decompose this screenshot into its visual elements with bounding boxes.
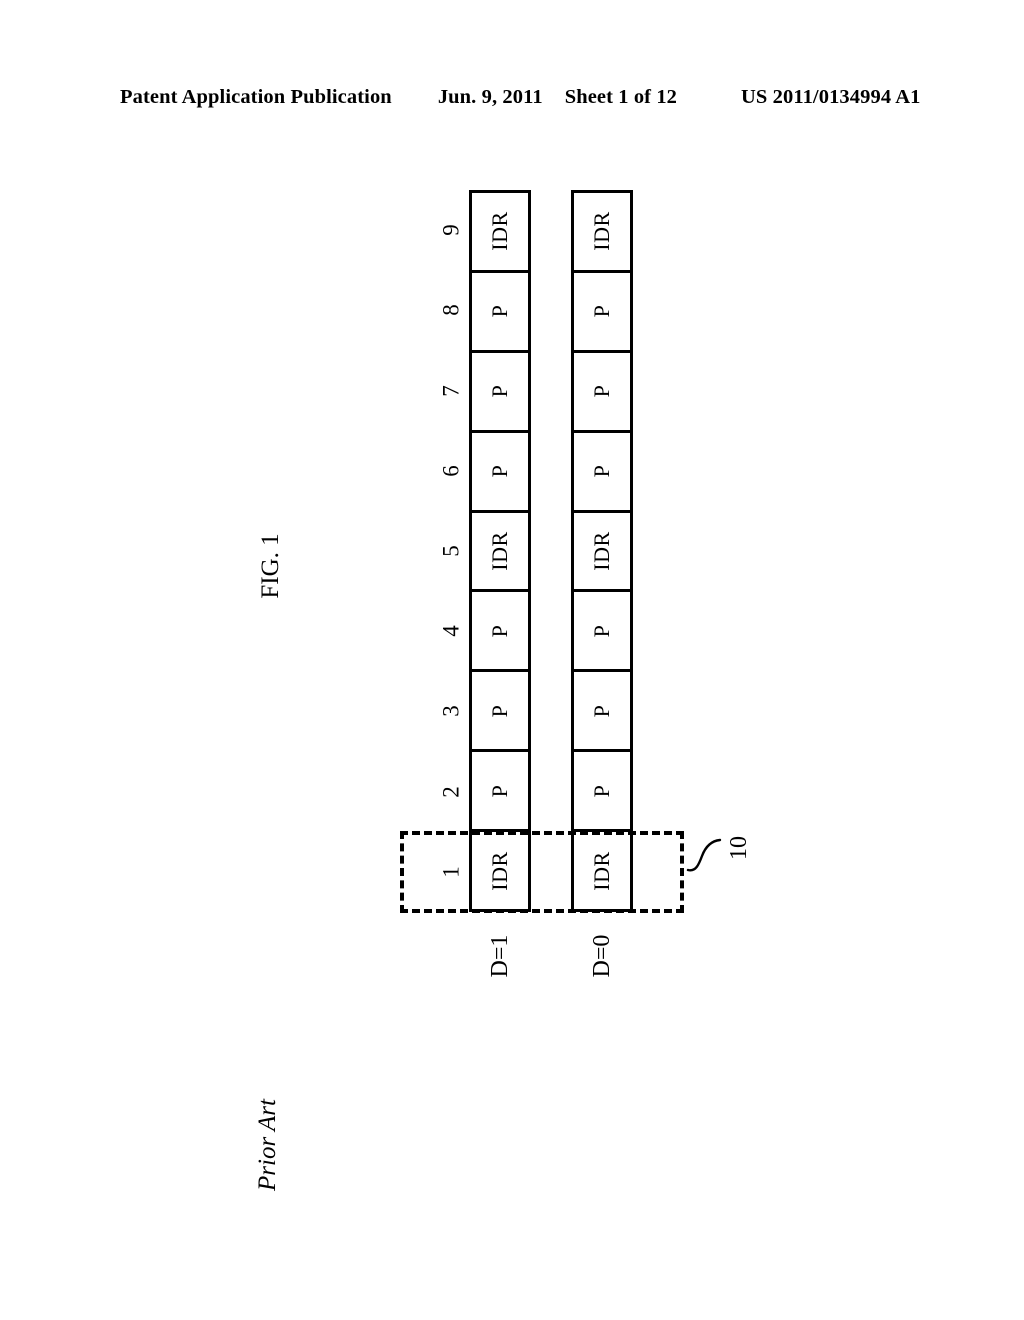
frame-strip-d1: IDR P P P IDR P P P IDR bbox=[469, 190, 531, 912]
frame-cell: P bbox=[472, 349, 528, 430]
frame-index-item: 9 bbox=[436, 190, 466, 270]
frame-cell: P bbox=[472, 749, 528, 829]
frame-cell-label: P bbox=[589, 784, 614, 798]
frame-cell-label: IDR bbox=[589, 211, 614, 252]
row-label-d1: D=1 bbox=[487, 934, 513, 978]
row-label-d0: D=0 bbox=[589, 934, 615, 978]
frame-cell-label: P bbox=[589, 304, 614, 318]
frame-cell-label: IDR bbox=[487, 531, 512, 571]
frame-index-item: 6 bbox=[436, 431, 466, 511]
frame-cell: P bbox=[472, 429, 528, 510]
frame-cell-label: IDR bbox=[589, 531, 614, 571]
frame-cell: IDR bbox=[574, 509, 630, 590]
figure-label: FIG. 1 bbox=[257, 533, 284, 599]
frame-index-label: 3 bbox=[438, 705, 464, 718]
frame-index-label: 9 bbox=[438, 224, 464, 236]
figure-diagram: FIG. 1 Prior Art 1 2 3 4 5 6 7 8 9 IDR P… bbox=[0, 0, 1024, 1320]
frame-cell-label: P bbox=[589, 624, 614, 638]
frame-index-label: 6 bbox=[438, 465, 464, 477]
frame-index-label: 7 bbox=[438, 384, 464, 397]
frame-cell-label: P bbox=[589, 464, 614, 478]
frame-cell-label: P bbox=[487, 304, 512, 318]
frame-index-item: 7 bbox=[436, 350, 466, 430]
frame-cell-label: P bbox=[487, 464, 512, 478]
frame-cell: P bbox=[472, 269, 528, 350]
frame-index-item: 5 bbox=[436, 511, 466, 591]
frame-index-item: 2 bbox=[436, 752, 466, 832]
frame-cell: P bbox=[574, 589, 630, 669]
frame-cell: P bbox=[574, 749, 630, 829]
frame-cell-label: P bbox=[487, 384, 512, 398]
frame-cell: P bbox=[472, 589, 528, 669]
access-unit-dashed-box bbox=[400, 831, 684, 913]
frame-cell: P bbox=[574, 349, 630, 430]
frame-index-item: 3 bbox=[436, 671, 466, 751]
frame-index-item: 8 bbox=[436, 270, 466, 350]
frame-index-label: 5 bbox=[438, 545, 464, 557]
frame-index-label: 4 bbox=[438, 625, 464, 637]
frame-cell: P bbox=[472, 669, 528, 749]
frame-cell: IDR bbox=[472, 193, 528, 270]
frame-cell-label: P bbox=[589, 704, 614, 718]
frame-index-item: 4 bbox=[436, 591, 466, 671]
frame-cell: P bbox=[574, 669, 630, 749]
prior-art-note: Prior Art bbox=[254, 1099, 281, 1191]
frame-cell-label: P bbox=[487, 624, 512, 638]
reference-numeral-10: 10 bbox=[726, 836, 752, 860]
frame-cell: IDR bbox=[472, 509, 528, 590]
frame-cell-label: IDR bbox=[487, 211, 512, 252]
frame-cell-label: P bbox=[487, 704, 512, 718]
frame-cell-label: P bbox=[589, 384, 614, 398]
frame-index-column: 1 2 3 4 5 6 7 8 9 bbox=[436, 190, 466, 912]
frame-strip-d0: IDR P P P IDR P P P IDR bbox=[571, 190, 633, 912]
frame-cell-label: P bbox=[487, 784, 512, 798]
frame-index-label: 8 bbox=[438, 304, 464, 317]
frame-cell: P bbox=[574, 269, 630, 350]
frame-cell: IDR bbox=[574, 193, 630, 270]
frame-cell: P bbox=[574, 429, 630, 510]
frame-index-label: 2 bbox=[438, 785, 464, 798]
